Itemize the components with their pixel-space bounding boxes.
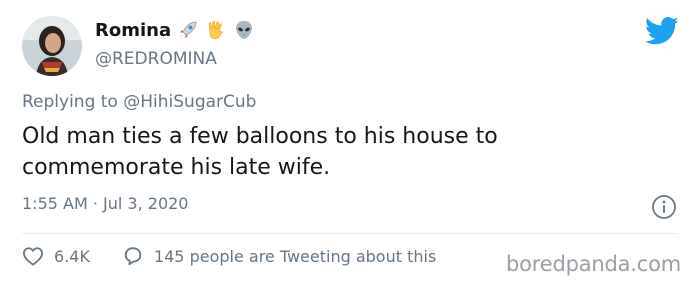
- reply-mention-link[interactable]: @HihiSugarCub: [123, 92, 256, 112]
- author-display-name[interactable]: Romina: [95, 20, 171, 41]
- author-name-row: Romina: [95, 19, 255, 41]
- tweeting-about-label: 145 people are Tweeting about this: [153, 246, 437, 266]
- tweeting-about-link[interactable]: 145 people are Tweeting about this: [122, 245, 436, 267]
- tweet-card: Romina @REDROMINA Replying to @HihiSugar…: [0, 0, 700, 284]
- like-count: 6.4K: [54, 246, 90, 266]
- alien-emoji: [233, 19, 255, 41]
- replying-to-label: Replying to: [22, 92, 118, 112]
- tweet-text: Old man ties a few balloons to his house…: [22, 124, 498, 180]
- info-icon[interactable]: [651, 194, 677, 220]
- like-button[interactable]: 6.4K: [22, 246, 90, 266]
- divider: [22, 233, 678, 234]
- tweet-timestamp[interactable]: 1:55 AM · Jul 3, 2020: [22, 194, 188, 213]
- rocket-emoji: [177, 19, 199, 41]
- twitter-bird-icon[interactable]: [645, 16, 679, 46]
- tweet-actions: 6.4K 145 people are Tweeting about this: [22, 245, 436, 267]
- vulcan-salute-emoji: [205, 19, 227, 41]
- replying-to-line: Replying to @HihiSugarCub: [22, 92, 256, 112]
- speech-bubble-icon: [124, 247, 142, 266]
- avatar[interactable]: [22, 16, 82, 76]
- author-handle[interactable]: @REDROMINA: [95, 49, 217, 69]
- watermark: boredpanda.com: [506, 252, 682, 276]
- heart-icon: [22, 247, 44, 266]
